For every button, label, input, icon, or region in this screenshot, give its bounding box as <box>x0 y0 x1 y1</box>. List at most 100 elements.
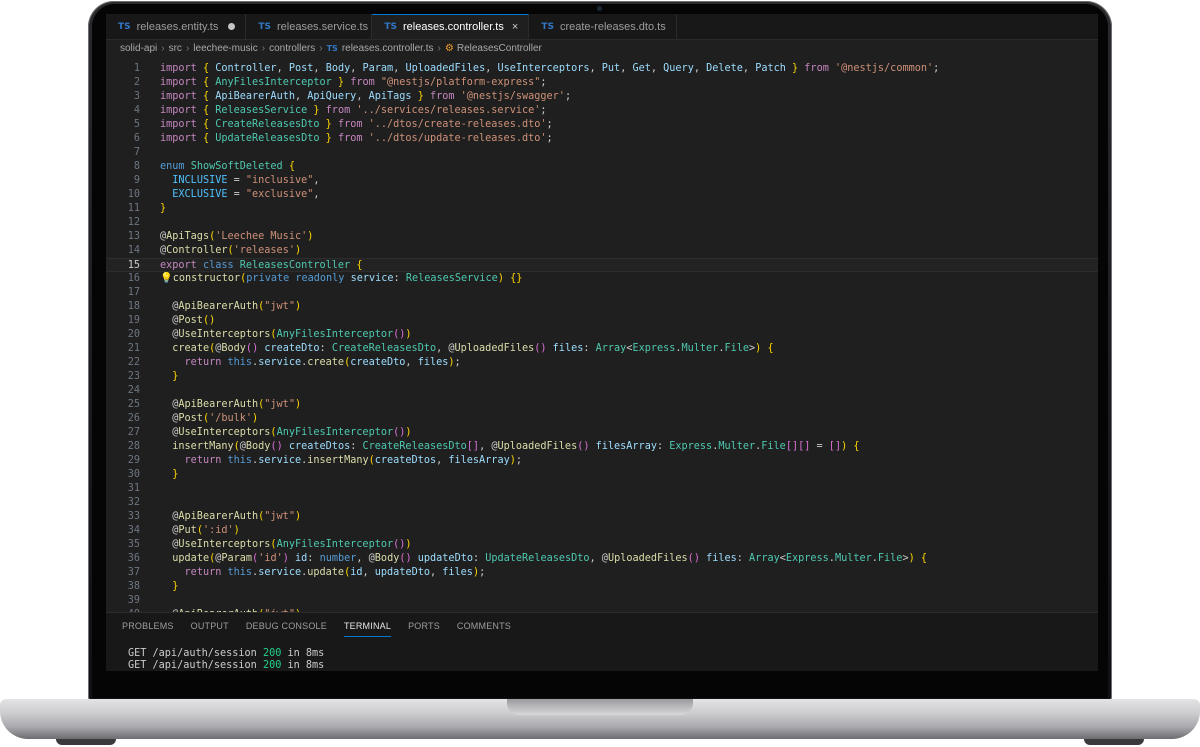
line-number: 2 <box>133 77 140 88</box>
tab-label: create-releases.dto.ts <box>559 20 666 33</box>
close-icon[interactable]: × <box>512 21 518 33</box>
lightbulb-icon[interactable]: 💡 <box>160 273 173 284</box>
breadcrumb-item[interactable]: src <box>169 43 182 54</box>
code-text: import { ReleasesService } from '../serv… <box>160 105 547 116</box>
line-number: 21 <box>127 343 140 354</box>
code-text: return this.service.insertMany(createDto… <box>184 455 522 466</box>
bottom-panel: PROBLEMS OUTPUT DEBUG CONSOLE TERMINAL P… <box>106 612 1098 671</box>
code-line[interactable]: 30 } <box>106 468 1098 482</box>
code-text: return this.service.update(id, updateDto… <box>184 567 486 578</box>
code-line[interactable]: 36 update(@Param('id') id: number, @Body… <box>106 552 1098 566</box>
code-line[interactable]: 8 enum ShowSoftDeleted { <box>106 160 1098 174</box>
code-line[interactable]: 6 import { UpdateReleasesDto } from '../d… <box>106 132 1098 146</box>
code-text: import { ApiBearerAuth, ApiQuery, ApiTag… <box>160 91 572 102</box>
laptop-opening-groove <box>507 699 693 715</box>
code-line[interactable]: 28 insertMany(@Body() createDtos: Create… <box>106 440 1098 454</box>
code-text: @Post('/bulk') <box>160 413 259 424</box>
code-line[interactable]: 15 export class ReleasesController { <box>106 258 1098 272</box>
code-line[interactable]: 16 💡constructor(private readonly service:… <box>106 272 1098 286</box>
tab-terminal[interactable]: TERMINAL <box>343 621 392 637</box>
code-line[interactable]: 37 return this.service.update(id, update… <box>106 566 1098 580</box>
line-number: 30 <box>127 469 140 480</box>
tab-problems[interactable]: PROBLEMS <box>122 621 174 637</box>
breadcrumb-item[interactable]: ReleasesController <box>457 43 542 54</box>
code-line[interactable]: 25 @ApiBearerAuth("jwt") <box>106 398 1098 412</box>
code-text: @UseInterceptors(AnyFilesInterceptor()) <box>160 427 412 438</box>
breadcrumb-item[interactable]: controllers <box>269 43 315 54</box>
code-line[interactable]: 24 <box>106 384 1098 398</box>
code-line[interactable]: 29 return this.service.insertMany(create… <box>106 454 1098 468</box>
code-line[interactable]: 23 } <box>106 370 1098 384</box>
code-editor[interactable]: 1 import { Controller, Post, Body, Param,… <box>106 56 1098 612</box>
tab-output[interactable]: OUTPUT <box>191 621 229 637</box>
line-number: 6 <box>133 133 140 144</box>
line-number: 17 <box>127 287 140 298</box>
code-line[interactable]: 14 @Controller('releases') <box>106 244 1098 258</box>
code-line[interactable]: 21 create(@Body() createDto: CreateRelea… <box>106 342 1098 356</box>
code-line[interactable]: 39 <box>106 594 1098 608</box>
code-line[interactable]: 13 @ApiTags('Leechee Music') <box>106 230 1098 244</box>
tab-create-releases-dto[interactable]: TS create-releases.dto.ts <box>529 14 677 39</box>
code-line[interactable]: 27 @UseInterceptors(AnyFilesInterceptor(… <box>106 426 1098 440</box>
code-line[interactable]: 38 } <box>106 580 1098 594</box>
code-line[interactable]: 26 @Post('/bulk') <box>106 412 1098 426</box>
code-line[interactable]: 34 @Put(':id') <box>106 524 1098 538</box>
tab-ports[interactable]: PORTS <box>408 621 440 637</box>
code-line[interactable]: 3 import { ApiBearerAuth, ApiQuery, ApiTa… <box>106 90 1098 104</box>
code-text: enum ShowSoftDeleted { <box>160 161 295 172</box>
tab-label: releases.entity.ts <box>136 20 219 33</box>
terminal-line: GET /api/auth/session 200 in 8ms <box>128 648 324 659</box>
line-number: 32 <box>127 497 140 508</box>
chevron-right-icon: › <box>185 42 190 54</box>
code-line[interactable]: 20 @UseInterceptors(AnyFilesInterceptor(… <box>106 328 1098 342</box>
line-number: 37 <box>127 567 140 578</box>
code-line[interactable]: 7 <box>106 146 1098 160</box>
code-line[interactable]: 35 @UseInterceptors(AnyFilesInterceptor(… <box>106 538 1098 552</box>
line-number: 23 <box>127 371 140 382</box>
code-line[interactable]: 2 import { AnyFilesInterceptor } from "@n… <box>106 76 1098 90</box>
typescript-file-icon: TS <box>258 21 271 32</box>
line-number: 7 <box>133 147 140 158</box>
line-number: 31 <box>127 483 140 494</box>
code-line[interactable]: 4 import { ReleasesService } from '../ser… <box>106 104 1098 118</box>
breadcrumb-item[interactable]: solid-api <box>120 43 157 54</box>
breadcrumb-item[interactable]: leechee-music <box>193 43 257 54</box>
code-line[interactable]: 11} <box>106 202 1098 216</box>
terminal-line: GET /api/auth/session 200 in 8ms <box>128 660 324 671</box>
code-line[interactable]: 32 <box>106 496 1098 510</box>
line-number: 16 <box>127 273 140 284</box>
code-text: } <box>160 203 167 214</box>
code-line[interactable]: 19 @Post() <box>106 314 1098 328</box>
code-line[interactable]: 5 import { CreateReleasesDto } from '../d… <box>106 118 1098 132</box>
tab-releases-entity[interactable]: TS releases.entity.ts <box>106 14 247 39</box>
code-text: EXCLUSIVE = "exclusive", <box>172 189 320 200</box>
code-text: @ApiBearerAuth("jwt") <box>160 399 302 410</box>
tab-comments[interactable]: COMMENTS <box>457 621 511 637</box>
code-line[interactable]: 33 @ApiBearerAuth("jwt") <box>106 510 1098 524</box>
code-line[interactable]: 12 <box>106 216 1098 230</box>
breadcrumb-item[interactable]: releases.controller.ts <box>342 43 434 54</box>
code-line[interactable]: 18 @ApiBearerAuth("jwt") <box>106 300 1098 314</box>
camera-icon <box>597 6 602 11</box>
code-text: 💡constructor(private readonly service: R… <box>160 273 523 284</box>
tab-debug-console[interactable]: DEBUG CONSOLE <box>246 621 327 637</box>
breadcrumb: solid-api › src › leechee-music › controlle… <box>120 41 542 55</box>
code-line[interactable]: 31 <box>106 482 1098 496</box>
code-text: create(@Body() createDto: CreateReleases… <box>172 343 774 354</box>
line-number: 9 <box>133 175 140 186</box>
code-text: export class ReleasesController { <box>160 260 363 271</box>
code-line[interactable]: 17 <box>106 286 1098 300</box>
code-line[interactable]: 22 return this.service.create(createDto,… <box>106 356 1098 370</box>
tab-releases-service[interactable]: TS releases.service.ts <box>246 14 373 39</box>
line-number: 24 <box>127 385 140 396</box>
unsaved-dot-icon[interactable] <box>228 23 236 30</box>
code-line[interactable]: 1 import { Controller, Post, Body, Param,… <box>106 62 1098 76</box>
tab-releases-controller[interactable]: TS releases.controller.ts × <box>372 14 530 39</box>
line-number: 8 <box>133 161 140 172</box>
line-number: 28 <box>127 441 140 452</box>
code-line[interactable]: 10 EXCLUSIVE = "exclusive", <box>106 188 1098 202</box>
typescript-file-icon: TS <box>541 21 554 32</box>
typescript-file-icon: TS <box>326 43 338 53</box>
line-number: 5 <box>133 119 140 130</box>
code-line[interactable]: 9 INCLUSIVE = "inclusive", <box>106 174 1098 188</box>
